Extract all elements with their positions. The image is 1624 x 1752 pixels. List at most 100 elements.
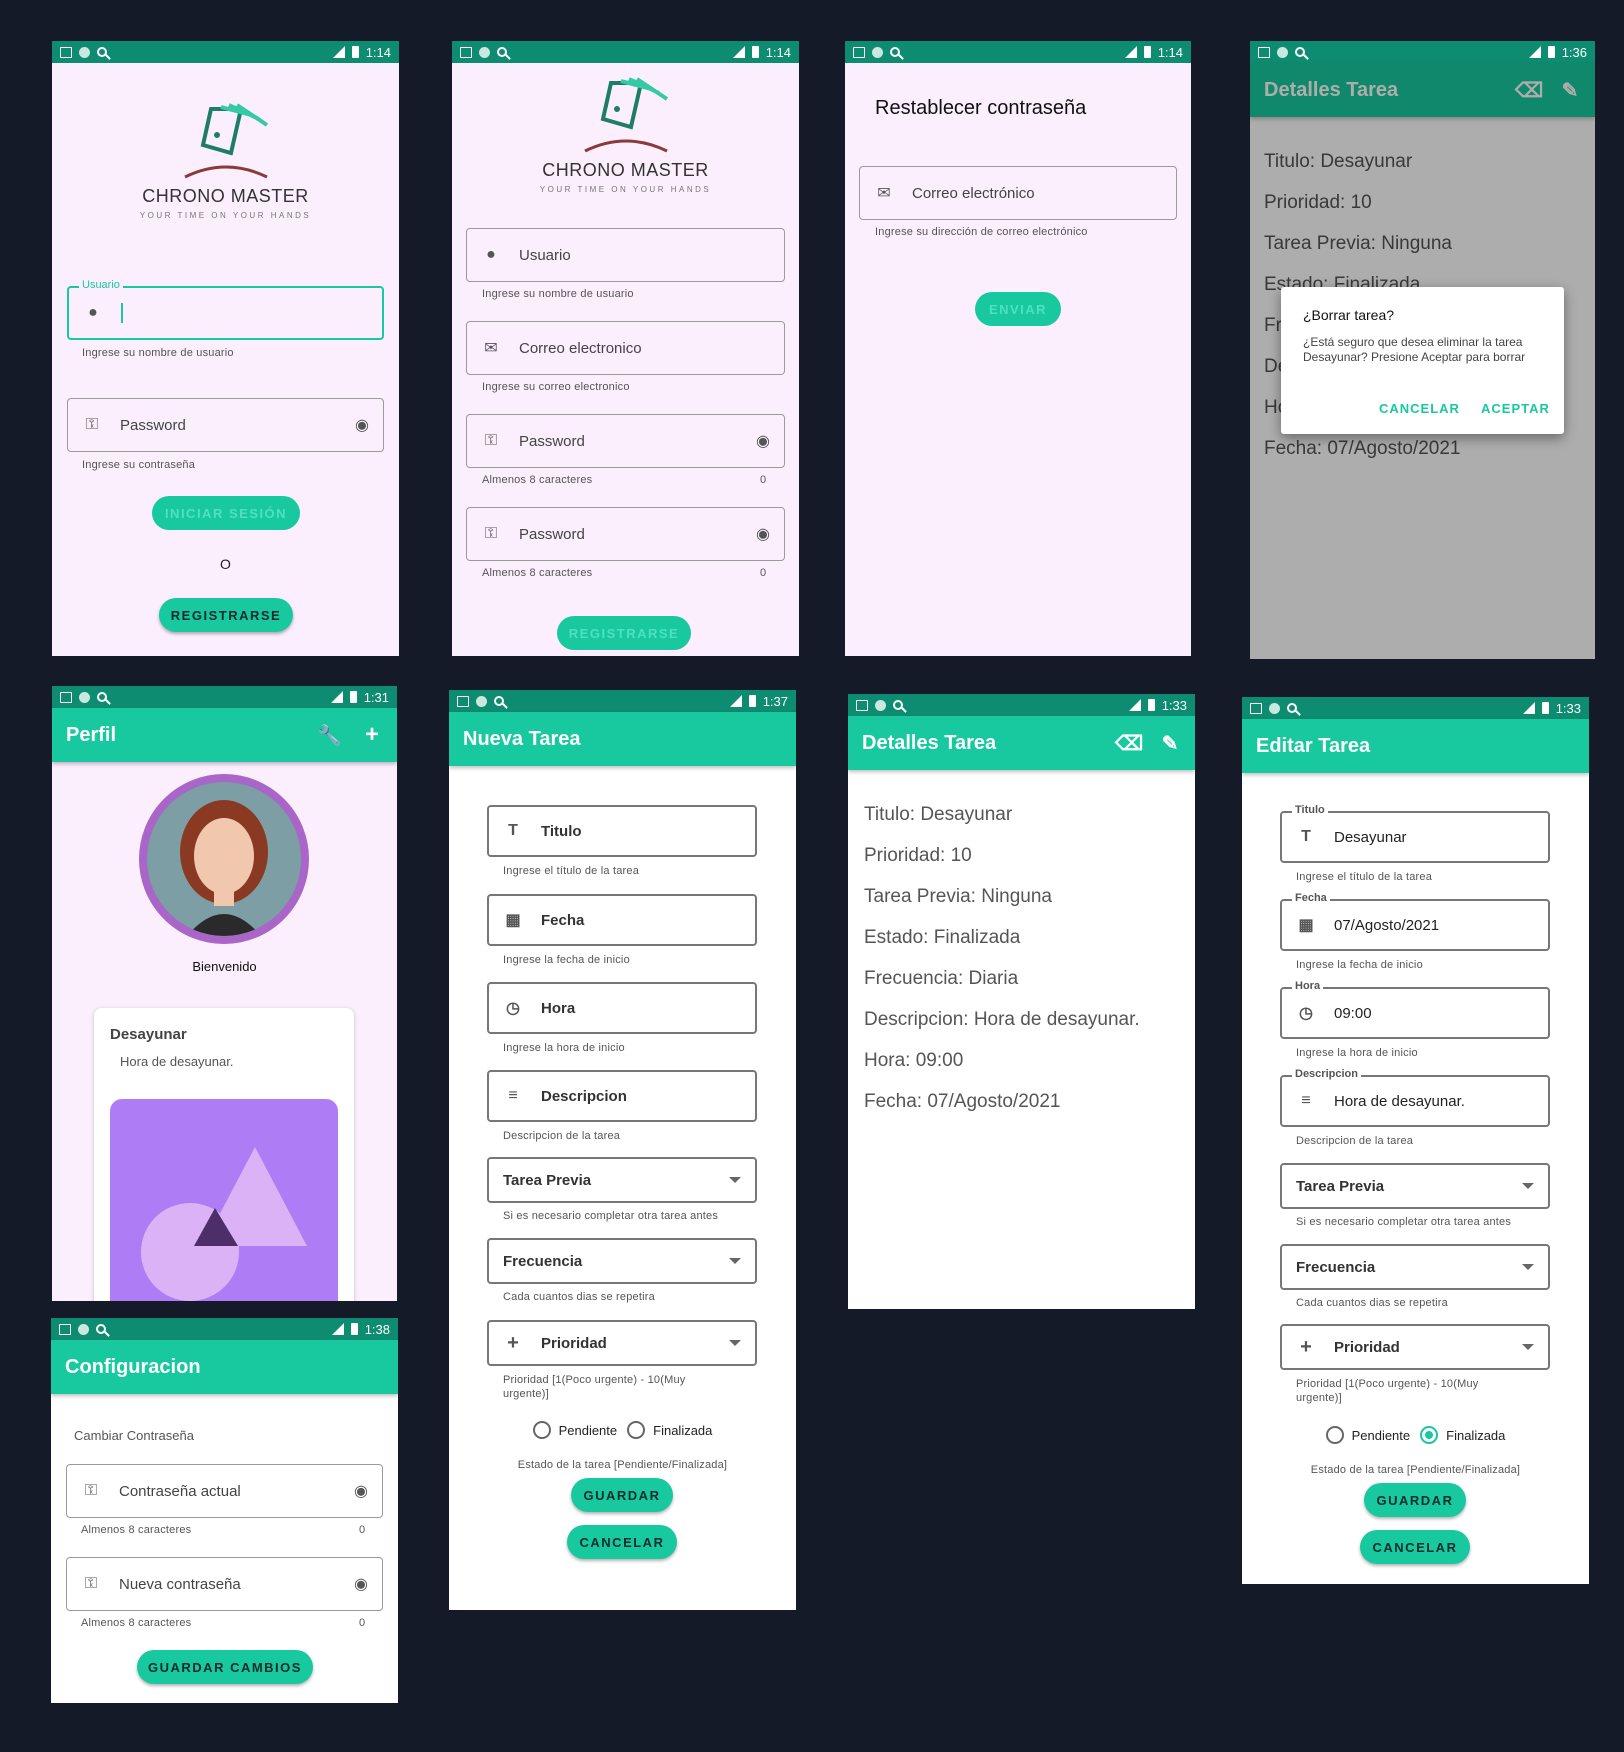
add-icon[interactable]: + bbox=[361, 721, 383, 749]
register-button[interactable]: REGISTRARSE bbox=[159, 598, 293, 632]
description-input[interactable]: ≡ Descripcion bbox=[487, 1070, 757, 1122]
config-screen: 1:38 Configuracion Cambiar Contraseña ⚿ C… bbox=[51, 1318, 398, 1703]
status-helper: Estado de la tarea [Pendiente/Finalizada… bbox=[1310, 1464, 1521, 1476]
signal-icon bbox=[1522, 702, 1535, 714]
battery-icon bbox=[349, 691, 357, 703]
save-button[interactable]: GUARDAR bbox=[1364, 1483, 1466, 1517]
clock: 1:33 bbox=[1161, 697, 1187, 713]
eye-icon[interactable]: ◉ bbox=[354, 1574, 368, 1594]
logo-mark-icon bbox=[183, 103, 268, 179]
notification-icon bbox=[853, 46, 865, 58]
eye-icon[interactable]: ◉ bbox=[355, 415, 369, 435]
detail-priority: Prioridad: 10 bbox=[864, 845, 972, 866]
status-bar: 1:33 bbox=[1242, 697, 1589, 719]
username-label: Usuario bbox=[79, 279, 123, 291]
password-input[interactable]: ⚿ Password ◉ bbox=[67, 398, 384, 452]
signal-icon bbox=[1528, 46, 1541, 58]
plus-icon: + bbox=[507, 1331, 519, 1354]
time-input[interactable]: Hora ◷ 09:00 bbox=[1280, 980, 1550, 1039]
login-button[interactable]: INICIAR SESIÓN bbox=[152, 496, 300, 530]
appbar-title: Editar Tarea bbox=[1256, 734, 1371, 757]
priority-label: Prioridad bbox=[1334, 1338, 1400, 1356]
email-input[interactable]: ✉ Correo electronico bbox=[466, 321, 785, 375]
frequency-select[interactable]: Frecuencia bbox=[487, 1238, 757, 1284]
key-icon: ⚿ bbox=[484, 432, 498, 449]
done-radio[interactable] bbox=[627, 1421, 646, 1439]
app-logo: CHRONO MASTER YOUR TIME ON YOUR HANDS bbox=[112, 101, 339, 220]
date-label: Fecha bbox=[1292, 892, 1330, 904]
description-input[interactable]: Descripcion ≡ Hora de desayunar. bbox=[1280, 1068, 1550, 1127]
frequency-label: Frecuencia bbox=[503, 1252, 583, 1270]
save-button[interactable]: GUARDAR bbox=[571, 1478, 673, 1512]
title-helper: Ingrese el título de la tarea bbox=[1296, 871, 1433, 883]
title-input[interactable]: T Titulo bbox=[487, 805, 757, 857]
title-input[interactable]: Titulo T Desayunar bbox=[1280, 804, 1550, 863]
send-button[interactable]: ENVIAR bbox=[975, 292, 1061, 326]
description-helper: Descripcion de la tarea bbox=[503, 1130, 621, 1142]
current-password-helper: Almenos 8 caracteres bbox=[81, 1524, 192, 1536]
previous-task-select[interactable]: Tarea Previa bbox=[1280, 1163, 1550, 1209]
edit-icon[interactable]: ✎ bbox=[1159, 731, 1181, 756]
eye-icon[interactable]: ◉ bbox=[756, 431, 770, 451]
new-password-input[interactable]: ⚿ Nueva contraseña ◉ bbox=[66, 1557, 383, 1611]
date-input[interactable]: Fecha ▦ 07/Agosto/2021 bbox=[1280, 892, 1550, 951]
password-input[interactable]: ⚿ Password ◉ bbox=[466, 414, 785, 468]
frequency-helper: Cada cuantos dias se repetira bbox=[503, 1291, 655, 1303]
signal-icon bbox=[732, 46, 745, 58]
pending-label: Pendiente bbox=[1351, 1427, 1411, 1443]
clock: 1:14 bbox=[1157, 44, 1183, 60]
dialog-cancel-button[interactable]: CANCELAR bbox=[1379, 401, 1460, 416]
dropdown-arrow-icon bbox=[729, 1258, 741, 1264]
eye-icon[interactable]: ◉ bbox=[756, 524, 770, 544]
register-button[interactable]: REGISTRARSE bbox=[557, 616, 691, 650]
battery-icon bbox=[1547, 46, 1555, 58]
password-confirm-placeholder: Password bbox=[519, 525, 585, 543]
clock: 1:31 bbox=[363, 689, 389, 705]
date-placeholder: Fecha bbox=[541, 911, 585, 929]
clock: 1:33 bbox=[1555, 700, 1581, 716]
time-helper: Ingrese la hora de inicio bbox=[1296, 1047, 1418, 1059]
status-bar: 1:14 bbox=[845, 41, 1191, 63]
done-radio[interactable] bbox=[1420, 1426, 1439, 1444]
task-card[interactable]: Desayunar Hora de desayunar. bbox=[94, 1008, 354, 1301]
time-label: Hora bbox=[1292, 980, 1324, 992]
pending-radio[interactable] bbox=[532, 1421, 551, 1439]
frequency-select[interactable]: Frecuencia bbox=[1280, 1244, 1550, 1290]
section-title: Cambiar Contraseña bbox=[74, 1428, 194, 1443]
status-bar: 1:37 bbox=[449, 690, 796, 712]
text-icon: T bbox=[1301, 828, 1311, 845]
circle-icon bbox=[1277, 46, 1288, 58]
search-icon bbox=[890, 47, 900, 57]
pending-radio[interactable] bbox=[1325, 1426, 1344, 1444]
current-password-input[interactable]: ⚿ Contraseña actual ◉ bbox=[66, 1464, 383, 1518]
email-input[interactable]: ✉ Correo electrónico bbox=[859, 166, 1177, 220]
shapes-illustration bbox=[141, 1147, 307, 1301]
username-input[interactable]: ● Usuario bbox=[466, 228, 785, 282]
previous-task-select[interactable]: Tarea Previa bbox=[487, 1157, 757, 1203]
search-icon bbox=[97, 692, 107, 702]
eye-icon[interactable]: ◉ bbox=[354, 1481, 368, 1501]
date-input[interactable]: ▦ Fecha bbox=[487, 894, 757, 946]
wrench-icon[interactable]: 🔧 bbox=[317, 723, 342, 748]
app-logo: CHRONO MASTER YOUR TIME ON YOUR HANDS bbox=[512, 75, 739, 194]
avatar[interactable] bbox=[139, 774, 309, 944]
dialog-accept-button[interactable]: ACEPTAR bbox=[1481, 401, 1550, 416]
username-placeholder: Usuario bbox=[519, 246, 571, 264]
avatar-photo bbox=[147, 782, 301, 936]
password-confirm-input[interactable]: ⚿ Password ◉ bbox=[466, 507, 785, 561]
cancel-button[interactable]: CANCELAR bbox=[567, 1525, 677, 1559]
person-icon: ● bbox=[88, 304, 98, 321]
cancel-button[interactable]: CANCELAR bbox=[1360, 1530, 1470, 1564]
priority-select[interactable]: + Prioridad bbox=[1280, 1324, 1550, 1370]
priority-select[interactable]: + Prioridad bbox=[487, 1320, 757, 1366]
title-placeholder: Titulo bbox=[541, 822, 582, 840]
app-bar: Configuracion bbox=[51, 1340, 398, 1394]
time-input[interactable]: ◷ Hora bbox=[487, 982, 757, 1034]
delete-icon[interactable]: ⌫ bbox=[1115, 731, 1143, 756]
password-confirm-counter: 0 bbox=[760, 567, 767, 579]
clock: 1:36 bbox=[1561, 44, 1587, 60]
save-changes-button[interactable]: GUARDAR CAMBIOS bbox=[137, 1650, 313, 1684]
signal-icon bbox=[729, 695, 742, 707]
card-image bbox=[110, 1099, 338, 1301]
username-input[interactable]: Usuario ● bbox=[67, 279, 384, 340]
